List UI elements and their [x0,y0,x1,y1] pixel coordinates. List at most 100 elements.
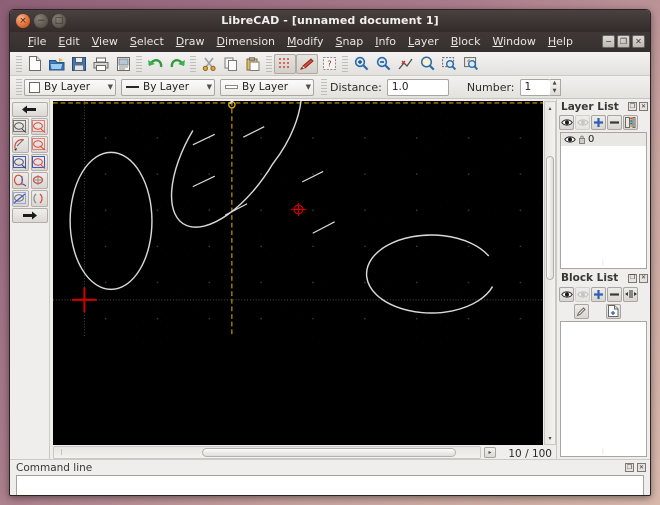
paste-icon[interactable] [242,54,264,74]
layer-hide-all-icon[interactable] [575,115,590,130]
block-panel-float-button[interactable]: ❐ [628,274,637,283]
menu-modify[interactable]: Modify [281,32,329,52]
cad-drawing-canvas[interactable] [53,101,543,445]
menu-snap[interactable]: Snap [330,32,370,52]
menu-draw[interactable]: Draw [170,32,211,52]
mdi-minimize-icon: − [605,38,612,46]
block-attributes-icon[interactable] [623,287,638,302]
draft-mode-icon[interactable] [296,54,318,74]
print-preview-icon[interactable] [112,54,134,74]
lineweight-swatch-icon [225,85,238,89]
toolbar-grip-4[interactable] [266,56,272,72]
vertical-scroll-thumb[interactable] [546,156,554,280]
canvas-vertical-scrollbar[interactable]: ▴ ▾ [544,101,556,445]
menu-edit[interactable]: Edit [52,32,85,52]
chevron-down-icon-2: ▼ [201,83,212,91]
mdi-close-button[interactable]: ✕ [632,35,645,48]
mdi-restore-button[interactable]: ❐ [617,35,630,48]
layer-visible-all-icon[interactable] [559,115,574,130]
toolbar-grip-5[interactable] [342,56,348,72]
layer-remove-icon[interactable] [607,115,622,130]
ellipse-tool-2-icon[interactable] [31,118,48,135]
menu-block[interactable]: Block [445,32,487,52]
menu-info[interactable]: Info [369,32,402,52]
block-insert-icon[interactable] [606,304,621,319]
mdi-minimize-button[interactable]: − [602,35,615,48]
chevron-down-icon: ▼ [102,83,113,91]
save-file-icon[interactable] [68,54,90,74]
ellipse-tool-10-icon[interactable] [31,190,48,207]
lineweight-combo[interactable]: By Layer ▼ [220,79,314,96]
menu-layer[interactable]: Layer [402,32,445,52]
attr-toolbar-grip[interactable] [16,79,22,95]
cut-icon[interactable] [198,54,220,74]
tools-back-button[interactable] [12,102,48,117]
scroll-up-icon[interactable]: ▴ [545,103,555,113]
menu-help[interactable]: Help [542,32,579,52]
menu-select[interactable]: Select [124,32,170,52]
ellipse-tool-6-icon[interactable] [31,154,48,171]
block-list-grip: ⋮ [600,448,607,455]
layer-panel-close-button[interactable]: ✕ [639,102,648,111]
block-edit-icon[interactable] [574,304,589,319]
zoom-in-icon[interactable] [350,54,372,74]
canvas-horizontal-scrollbar[interactable]: ⋮ [53,446,481,459]
menu-file[interactable]: File [22,32,52,52]
ellipse-tool-5-icon[interactable] [12,154,29,171]
number-input[interactable]: 1 [520,79,550,96]
linetype-combo[interactable]: By Layer ▼ [121,79,215,96]
paper-scroll-button[interactable]: ▸ [484,447,496,458]
zoom-previous-icon[interactable] [416,54,438,74]
scroll-down-icon[interactable]: ▾ [545,433,555,443]
layer-combo[interactable]: By Layer ▼ [24,79,116,96]
chevron-down-icon-3: ▼ [300,83,311,91]
print-icon[interactable] [90,54,112,74]
block-panel-close-button[interactable]: ✕ [639,274,648,283]
toolbar-grip-3[interactable] [190,56,196,72]
ellipse-tool-7-icon[interactable] [12,172,29,189]
block-remove-icon[interactable] [607,287,622,302]
block-hide-icon[interactable] [575,287,590,302]
stepper-down-icon[interactable]: ▼ [550,87,560,95]
ellipse-tool-3-icon[interactable] [12,136,29,153]
stepper-up-icon[interactable]: ▲ [550,80,560,88]
open-file-icon[interactable] [46,54,68,74]
command-line-close-button[interactable]: ✕ [637,463,646,472]
ellipse-tool-9-icon[interactable] [12,190,29,207]
block-list[interactable]: ⋮ [560,321,647,458]
menu-view[interactable]: View [86,32,124,52]
zoom-auto-icon[interactable] [394,54,416,74]
zoom-window-icon[interactable] [438,54,460,74]
zoom-out-icon[interactable] [372,54,394,74]
copy-icon[interactable] [220,54,242,74]
distance-input[interactable]: 1.0 [387,79,449,96]
command-history[interactable] [16,475,644,496]
menu-window[interactable]: Window [486,32,541,52]
grid-toggle-icon[interactable] [274,54,296,74]
layer-list-row[interactable]: 0 [561,133,646,146]
zoom-pan-icon[interactable] [460,54,482,74]
horizontal-scroll-thumb[interactable] [202,448,456,457]
layer-edit-icon[interactable] [623,115,638,130]
ellipse-tool-4-icon[interactable] [31,136,48,153]
ellipse-tool-1-icon[interactable] [12,118,29,135]
number-stepper-buttons[interactable]: ▲ ▼ [550,79,561,96]
toolbar-grip-2[interactable] [136,56,142,72]
ellipse-tool-8-icon[interactable] [31,172,48,189]
layer-add-icon[interactable] [591,115,606,130]
tool-options-grip[interactable] [321,79,327,95]
block-visible-icon[interactable] [559,287,574,302]
tools-forward-button[interactable] [12,208,48,223]
undo-icon[interactable] [144,54,166,74]
number-stepper[interactable]: 1 ▲ ▼ [520,79,561,96]
toolbar-grip[interactable] [16,56,22,72]
redo-icon[interactable] [166,54,188,74]
layer-list[interactable]: 0 ⋮ [560,132,647,269]
unknown-tool-icon[interactable]: ? [318,54,340,74]
block-add-icon[interactable] [591,287,606,302]
new-file-icon[interactable] [24,54,46,74]
command-line-float-button[interactable]: ❐ [625,463,634,472]
menu-dimension[interactable]: Dimension [211,32,281,52]
layer-panel-float-button[interactable]: ❐ [628,102,637,111]
scroll-grip-icon[interactable]: ⋮ [56,448,67,457]
